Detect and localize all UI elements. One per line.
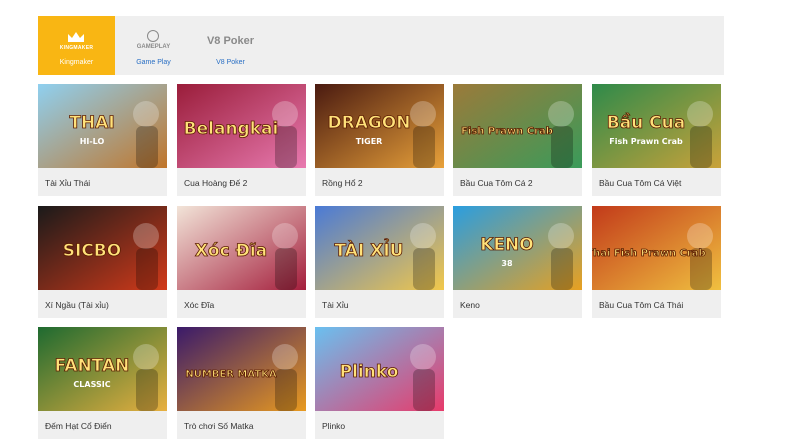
game-thumbnail[interactable]: Belangkai: [177, 84, 306, 168]
game-art-title: THAI: [69, 113, 114, 133]
game-title: Trò chơi Số Matka: [184, 421, 254, 431]
game-card[interactable]: Bầu Cua Fish Prawn Crab Bầu Cua Tôm Cá Việ…: [592, 84, 721, 196]
game-thumbnail[interactable]: THAI HI-LO: [38, 84, 167, 168]
game-art-title: DRAGON: [328, 113, 411, 133]
provider-tab-bar: KINGMAKER Kingmaker GAMEPLAY Game Play V…: [38, 16, 724, 75]
v8poker-logo-icon: V8 Poker: [206, 35, 255, 47]
game-art-subtitle: Fish Prawn Crab: [609, 137, 683, 146]
game-card[interactable]: Xóc Đĩa Xóc Đĩa: [177, 206, 306, 318]
game-card[interactable]: NUMBER MATKA Trò chơi Số Matka: [177, 327, 306, 439]
game-title: Xí Ngầu (Tài xỉu): [45, 300, 109, 310]
game-title: Keno: [460, 300, 480, 310]
game-card[interactable]: Fish Prawn Crab Bầu Cua Tôm Cá 2: [453, 84, 582, 196]
game-title: Bầu Cua Tôm Cá Việt: [599, 178, 682, 188]
provider-tab-gameplay[interactable]: GAMEPLAY Game Play: [115, 16, 192, 75]
game-art-title: TÀI XỈU: [335, 238, 404, 261]
game-art-title: Bầu Cua: [607, 112, 686, 133]
game-card[interactable]: FANTAN CLASSIC Đếm Hạt Cổ Điển: [38, 327, 167, 439]
game-title: Tài Xỉu: [322, 300, 349, 310]
game-title: Đếm Hạt Cổ Điển: [45, 421, 112, 431]
game-title: Rồng Hổ 2: [322, 178, 363, 188]
game-thumbnail[interactable]: Bầu Cua Fish Prawn Crab: [592, 84, 721, 168]
game-art-subtitle: TIGER: [356, 137, 383, 146]
game-art-title: Thai Fish Prawn Crab: [592, 248, 706, 259]
game-art-title: SICBO: [63, 241, 121, 261]
game-art-title: FANTAN: [55, 356, 130, 376]
game-art-title: Plinko: [340, 362, 399, 382]
provider-label: Kingmaker: [59, 59, 94, 66]
game-art-subtitle: CLASSIC: [73, 380, 110, 389]
provider-label: V8 Poker: [216, 59, 245, 66]
game-title: Tài Xỉu Thái: [45, 178, 91, 188]
game-art-title: Fish Prawn Crab: [461, 126, 553, 137]
gameplay-logo-icon: GAMEPLAY: [115, 28, 192, 54]
game-thumbnail[interactable]: FANTAN CLASSIC: [38, 327, 167, 411]
game-thumbnail[interactable]: Thai Fish Prawn Crab: [592, 206, 721, 290]
game-art-title: NUMBER MATKA: [185, 369, 277, 380]
game-thumbnail[interactable]: KENO 38: [453, 206, 582, 290]
game-thumbnail[interactable]: DRAGON TIGER: [315, 84, 444, 168]
game-card[interactable]: KENO 38 Keno: [453, 206, 582, 318]
game-thumbnail[interactable]: Plinko: [315, 327, 444, 411]
game-art-subtitle: HI-LO: [80, 137, 105, 146]
game-card[interactable]: SICBO Xí Ngầu (Tài xỉu): [38, 206, 167, 318]
provider-tab-kingmaker[interactable]: KINGMAKER Kingmaker: [38, 16, 115, 75]
game-art-title: Belangkai: [184, 119, 279, 139]
game-card[interactable]: Belangkai Cua Hoàng Đế 2: [177, 84, 306, 196]
game-card[interactable]: THAI HI-LO Tài Xỉu Thái: [38, 84, 167, 196]
game-card[interactable]: Thai Fish Prawn Crab Bầu Cua Tôm Cá Thái: [592, 206, 721, 318]
game-title: Bầu Cua Tôm Cá Thái: [599, 300, 684, 310]
game-art-title: Xóc Đĩa: [195, 241, 267, 261]
game-thumbnail[interactable]: Fish Prawn Crab: [453, 84, 582, 168]
game-art-title: KENO: [480, 235, 533, 255]
game-thumbnail[interactable]: SICBO: [38, 206, 167, 290]
game-thumbnail[interactable]: TÀI XỈU: [315, 206, 444, 290]
game-title: Cua Hoàng Đế 2: [184, 178, 248, 188]
provider-tab-v8poker[interactable]: V8 Poker V8 Poker: [192, 16, 269, 75]
game-thumbnail[interactable]: Xóc Đĩa: [177, 206, 306, 290]
game-card[interactable]: DRAGON TIGER Rồng Hổ 2: [315, 84, 444, 196]
game-thumbnail[interactable]: NUMBER MATKA: [177, 327, 306, 411]
game-title: Xóc Đĩa: [184, 300, 215, 310]
game-art-subtitle: 38: [501, 259, 513, 268]
game-title: Bầu Cua Tôm Cá 2: [460, 178, 533, 188]
game-card[interactable]: Plinko Plinko: [315, 327, 444, 439]
game-card[interactable]: TÀI XỈU Tài Xỉu: [315, 206, 444, 318]
provider-label: Game Play: [136, 59, 171, 66]
game-title: Plinko: [322, 421, 346, 431]
kingmaker-logo-icon: KINGMAKER: [38, 28, 115, 54]
